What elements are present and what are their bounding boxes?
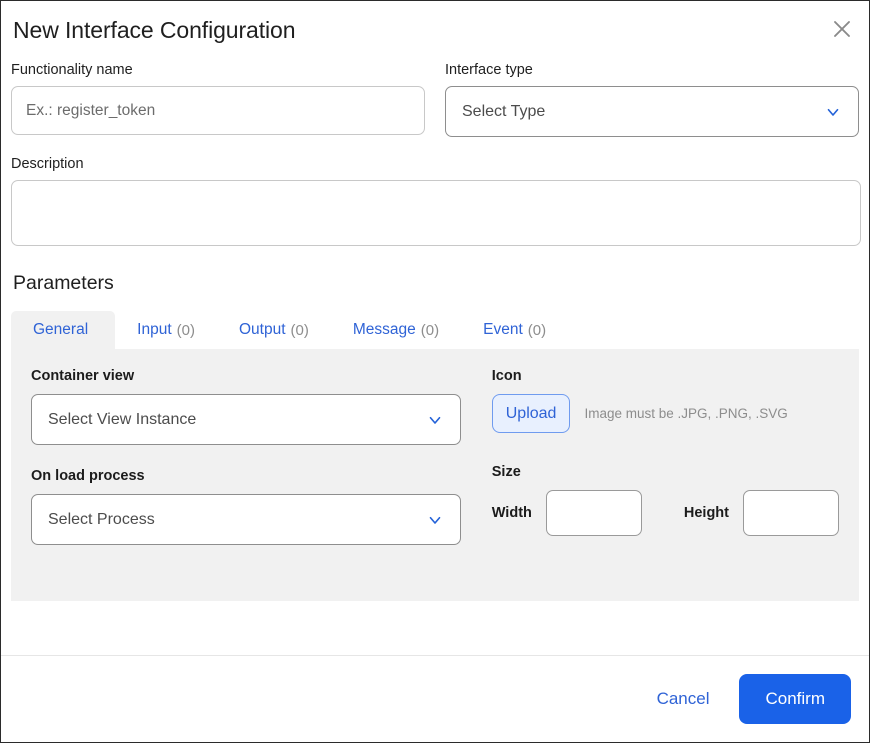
size-label: Size — [491, 464, 521, 480]
on-load-process-value: Select Process — [48, 510, 155, 528]
functionality-name-label: Functionality name — [11, 62, 133, 78]
dialog-footer: Cancel Confirm — [1, 655, 869, 742]
tab-message-count: (0) — [420, 321, 440, 339]
dialog-title: New Interface Configuration — [13, 17, 296, 43]
dialog-header: New Interface Configuration — [1, 1, 869, 61]
tab-input-count: (0) — [176, 321, 195, 339]
icon-upload-row: Upload Image must be .JPG, .PNG, .SVG — [491, 394, 839, 433]
width-label: Width — [491, 505, 532, 521]
tab-message[interactable]: Message (0) — [331, 311, 461, 349]
confirm-button[interactable]: Confirm — [739, 674, 851, 724]
icon-format-hint: Image must be .JPG, .PNG, .SVG — [584, 406, 788, 421]
tab-message-label: Message — [352, 321, 416, 338]
container-view-select[interactable]: Select View Instance — [31, 394, 461, 445]
interface-type-select[interactable]: Select Type — [445, 86, 859, 137]
container-view-label: Container view — [31, 368, 135, 384]
tab-output[interactable]: Output (0) — [217, 311, 331, 349]
tab-output-label: Output — [238, 321, 286, 338]
tab-general-label: General — [33, 321, 89, 338]
tab-event-count: (0) — [527, 321, 547, 339]
description-label: Description — [11, 156, 84, 172]
chevron-down-icon — [824, 103, 842, 121]
new-interface-configuration-dialog: New Interface Configuration Functionalit… — [0, 0, 870, 743]
dialog-body: Functionality name Interface type Select… — [1, 61, 869, 655]
icon-label: Icon — [491, 368, 522, 384]
top-field-row: Functionality name Interface type Select… — [11, 61, 859, 137]
tab-input-label: Input — [137, 321, 172, 338]
functionality-name-input[interactable] — [11, 86, 425, 135]
interface-type-label: Interface type — [445, 62, 533, 78]
interface-type-field: Interface type Select Type — [445, 61, 859, 137]
description-input[interactable] — [11, 180, 861, 246]
interface-type-value: Select Type — [462, 102, 546, 120]
description-field: Description — [11, 155, 861, 246]
chevron-down-icon — [426, 511, 444, 529]
height-label: Height — [683, 505, 729, 521]
tab-event[interactable]: Event (0) — [461, 311, 568, 349]
size-row: Width Height — [492, 490, 839, 536]
tab-input[interactable]: Input (0) — [115, 311, 217, 349]
general-tab-panel: Container view Select View Instance On l… — [11, 349, 859, 601]
general-right-column: Icon Upload Image must be .JPG, .PNG, .S… — [491, 367, 839, 579]
upload-button[interactable]: Upload — [491, 394, 571, 433]
general-left-column: Container view Select View Instance On l… — [31, 367, 470, 579]
on-load-process-label: On load process — [31, 468, 145, 484]
height-input[interactable] — [743, 490, 839, 536]
functionality-name-field: Functionality name — [11, 61, 425, 137]
cancel-button[interactable]: Cancel — [653, 683, 714, 715]
close-icon[interactable] — [825, 12, 859, 46]
width-input[interactable] — [545, 490, 642, 536]
on-load-process-select[interactable]: Select Process — [31, 494, 461, 545]
chevron-down-icon — [426, 411, 444, 429]
tab-event-label: Event — [483, 321, 523, 338]
container-view-value: Select View Instance — [48, 410, 197, 428]
tab-general[interactable]: General — [11, 311, 116, 349]
tab-output-count: (0) — [290, 321, 309, 339]
parameters-tabs: General Input (0) Output (0) Message (0)… — [11, 311, 859, 349]
parameters-heading: Parameters — [13, 272, 114, 294]
